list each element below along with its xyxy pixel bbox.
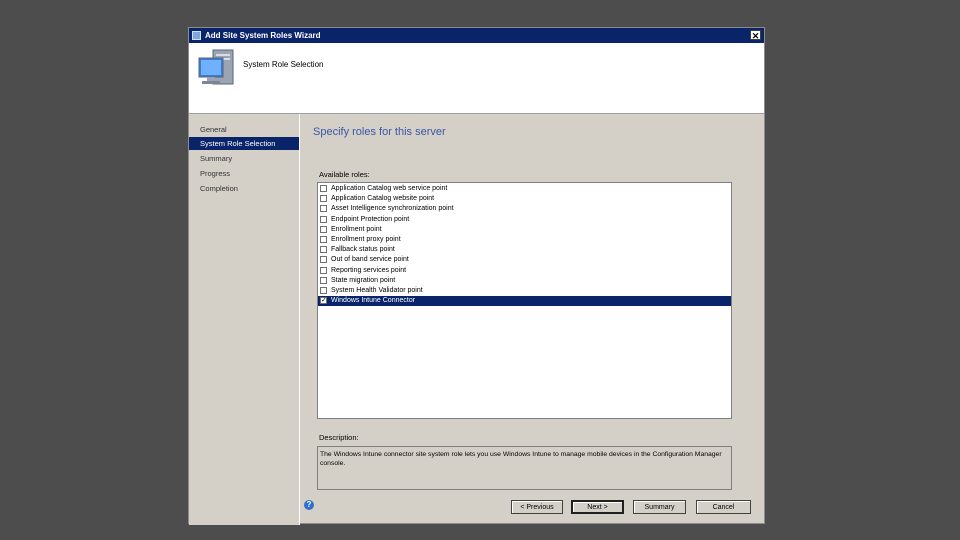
role-label: Application Catalog web service point	[331, 185, 448, 192]
role-checkbox[interactable]	[320, 205, 327, 213]
role-row[interactable]: Asset Intelligence synchronization point	[318, 204, 731, 214]
sidebar-item-general[interactable]: General	[189, 123, 299, 136]
role-checkbox[interactable]	[320, 215, 327, 223]
wizard-sidebar: General System Role Selection Summary Pr…	[189, 114, 300, 525]
role-row[interactable]: State migration point	[318, 276, 731, 286]
window-title: Add Site System Roles Wizard	[205, 31, 321, 40]
wizard-app-icon	[192, 31, 201, 40]
role-checkbox[interactable]	[320, 195, 327, 203]
role-row[interactable]: Out of band service point	[318, 255, 731, 265]
roles-label: Available roles:	[319, 170, 370, 179]
role-label: Endpoint Protection point	[331, 215, 410, 223]
role-checkbox[interactable]	[320, 256, 327, 264]
role-checkbox[interactable]	[320, 266, 327, 274]
next-button[interactable]: Next >	[571, 500, 624, 514]
role-label: Asset Intelligence synchronization point	[331, 205, 454, 213]
role-row[interactable]: Reporting services point	[318, 266, 731, 276]
role-row[interactable]: Fallback status point	[318, 245, 731, 255]
wizard-window: Add Site System Roles Wizard ✕ System Ro…	[188, 27, 766, 525]
title-bar: Add Site System Roles Wizard ✕	[189, 28, 764, 43]
role-label: Application Catalog website point	[331, 195, 435, 203]
role-checkbox[interactable]	[320, 276, 327, 284]
sidebar-item-completion[interactable]: Completion	[189, 182, 299, 195]
sidebar-item-summary[interactable]: Summary	[189, 152, 299, 165]
role-label: System Health Validator point	[331, 287, 423, 294]
role-row[interactable]: Enrollment proxy point	[318, 235, 731, 245]
role-checkbox-checked[interactable]: ✓	[320, 297, 327, 305]
role-checkbox[interactable]	[320, 287, 327, 294]
wizard-header: System Role Selection	[189, 43, 764, 114]
description-text: The Windows Intune connector site system…	[317, 446, 732, 490]
role-label: Reporting services point	[331, 266, 407, 274]
role-row[interactable]: Enrollment point	[318, 225, 731, 235]
description-label: Description:	[319, 433, 359, 442]
role-label: Enrollment point	[331, 225, 382, 233]
sidebar-item-progress[interactable]: Progress	[189, 167, 299, 180]
wizard-main-panel: Specify roles for this server Available …	[300, 114, 766, 525]
role-row[interactable]: Endpoint Protection point	[318, 215, 731, 225]
role-checkbox[interactable]	[320, 225, 327, 233]
role-checkbox[interactable]	[320, 246, 327, 254]
previous-button[interactable]: < Previous	[511, 500, 563, 514]
role-label: State migration point	[331, 276, 396, 284]
role-label: Windows Intune Connector	[331, 297, 416, 305]
role-row[interactable]: System Health Validator point	[318, 286, 731, 296]
roles-list[interactable]: Application Catalog web service point Ap…	[317, 182, 732, 419]
cancel-button[interactable]: Cancel	[696, 500, 751, 514]
summary-button[interactable]: Summary	[633, 500, 686, 514]
role-row[interactable]: Application Catalog website point	[318, 194, 731, 204]
sidebar-item-system-role-selection[interactable]: System Role Selection	[189, 137, 299, 150]
page-heading: System Role Selection	[243, 60, 324, 69]
role-checkbox[interactable]	[320, 185, 327, 192]
role-label: Enrollment proxy point	[331, 236, 401, 243]
role-checkbox[interactable]	[320, 236, 327, 243]
role-row-selected[interactable]: ✓ Windows Intune Connector	[318, 296, 731, 307]
help-icon[interactable]: ?	[304, 500, 314, 510]
close-icon[interactable]: ✕	[750, 30, 761, 41]
role-row[interactable]: Application Catalog web service point	[318, 184, 731, 194]
computer-icon	[198, 49, 234, 85]
role-label: Fallback status point	[331, 246, 395, 254]
section-title: Specify roles for this server	[313, 126, 446, 138]
role-label: Out of band service point	[331, 256, 409, 264]
